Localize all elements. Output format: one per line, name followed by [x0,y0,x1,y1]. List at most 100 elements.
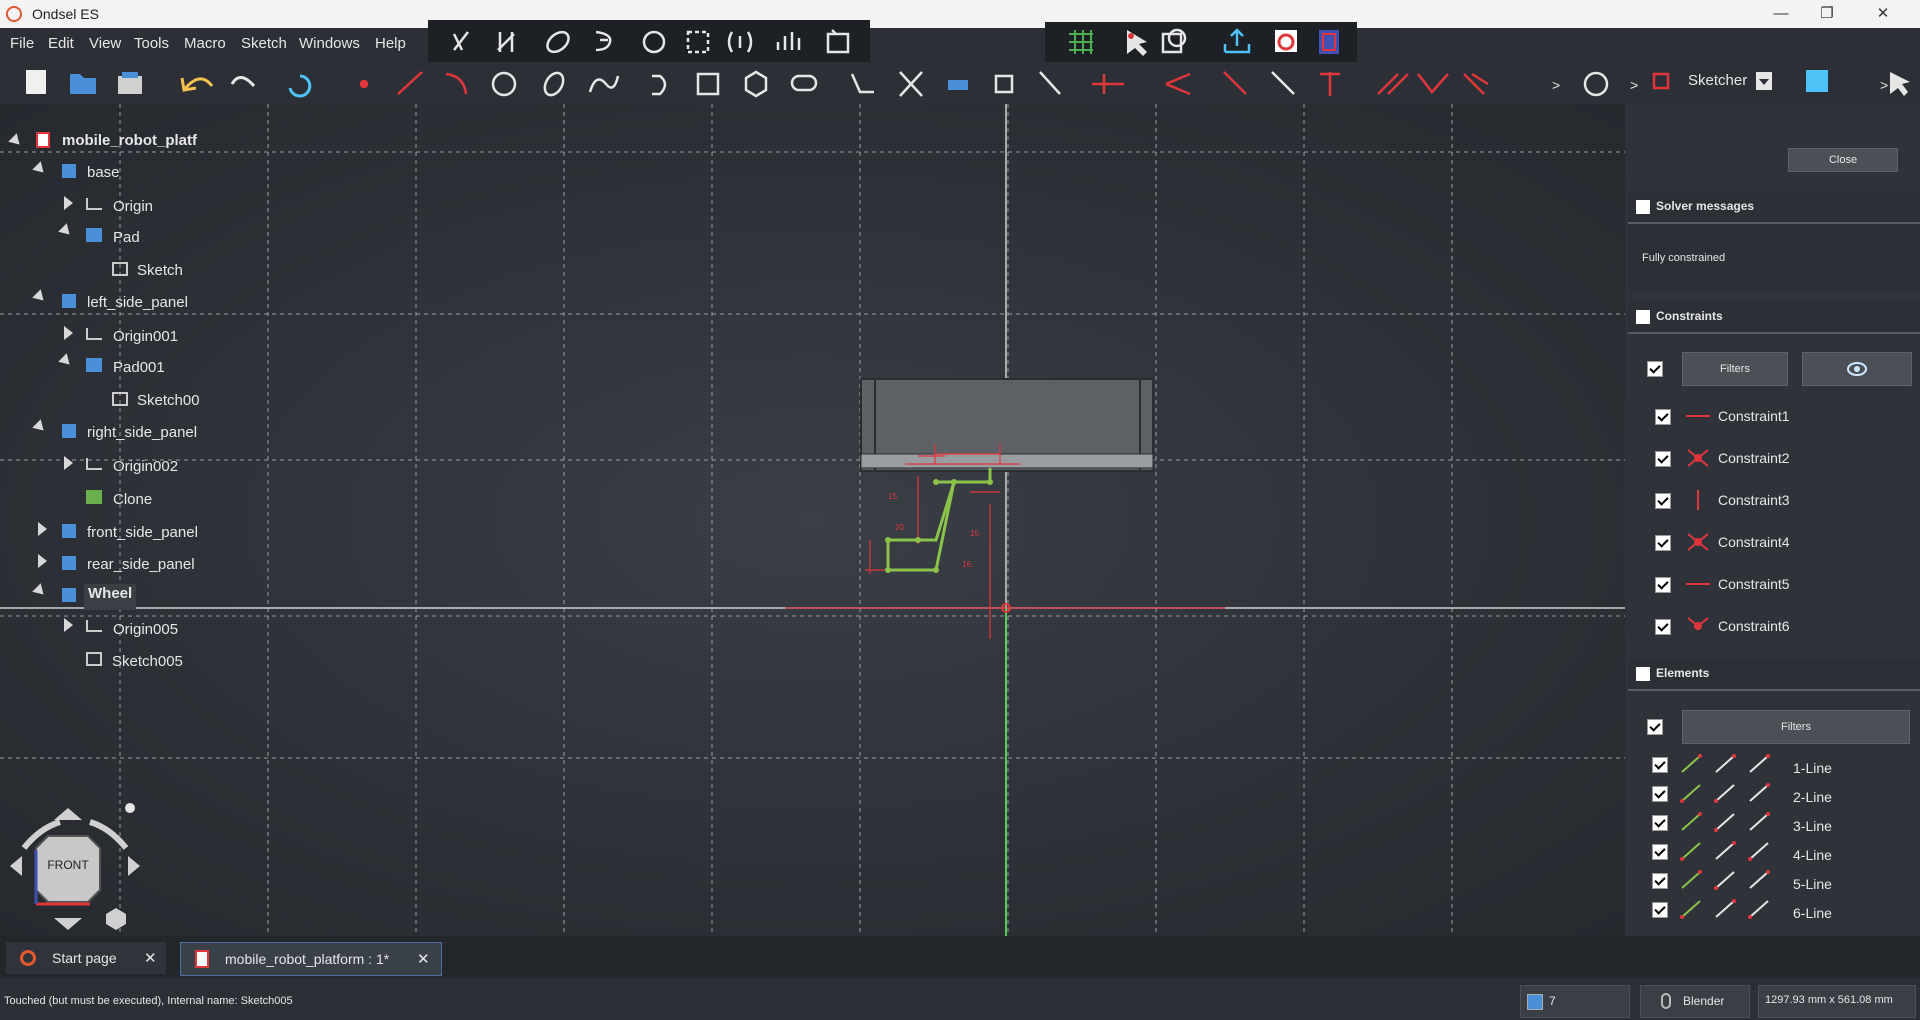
expand-arrow-icon[interactable] [38,522,47,536]
tab-close-icon[interactable]: ✕ [417,950,430,968]
tree-item-sketch[interactable]: Sketch [137,262,183,284]
svg-text:>: > [1880,77,1888,93]
solver-messages-header[interactable]: Solver messages [1628,192,1920,224]
menu-view[interactable]: View [89,35,121,52]
horizontal-constraint-icon [1686,415,1710,417]
constraint-item[interactable]: Constraint4 [1718,534,1790,550]
expand-arrow-icon[interactable] [38,554,47,568]
body-icon [62,524,76,538]
element-item[interactable]: 4-Line [1793,847,1832,863]
tree-item-sketch005[interactable]: Sketch005 [112,653,183,675]
workbench-dropdown-button[interactable] [1756,72,1772,90]
maximize-button[interactable]: ❐ [1804,2,1850,26]
tree-item-wheel[interactable]: Wheel [84,584,137,610]
element-checkbox[interactable] [1652,815,1668,831]
close-sketch-button[interactable]: Close [1788,148,1898,172]
constraint-item[interactable]: Constraint2 [1718,450,1790,466]
constraints-header[interactable]: Constraints [1628,302,1920,334]
3d-viewport[interactable]: 15 20 15 16. [0,104,1625,936]
constrain-equal-icon [1417,73,1449,94]
expand-arrow-icon[interactable] [64,456,73,470]
elements-select-all-checkbox[interactable] [1647,719,1663,735]
constraint-checkbox[interactable] [1655,535,1671,551]
dimension-label[interactable]: 16. [962,560,973,569]
dimension-label[interactable]: 20 [895,523,904,532]
tree-item-right-side-panel[interactable]: right_side_panel [87,424,197,446]
tree-item-origin005[interactable]: Origin005 [113,621,178,643]
constrain-select-icon [686,30,710,54]
minimize-button[interactable]: — [1758,2,1804,26]
tree-item-pad[interactable]: Pad [113,229,140,251]
constraint-checkbox[interactable] [1655,451,1671,467]
constrain-dimension-icon [776,32,801,50]
element-item[interactable]: 5-Line [1793,876,1832,892]
constrain-symmetric-icon [727,31,753,53]
tree-item-pad001[interactable]: Pad001 [113,359,165,381]
constraints-select-all-checkbox[interactable] [1647,361,1663,377]
start-page-icon [20,950,36,966]
constraints-visibility-button[interactable] [1802,352,1912,386]
navigation-cube[interactable]: FRONT [10,800,140,930]
pad-icon [86,228,102,242]
element-checkbox[interactable] [1652,873,1668,889]
tab-label: mobile_robot_platform : 1* [225,951,390,967]
expand-arrow-icon[interactable] [64,326,73,340]
element-checkbox[interactable] [1652,902,1668,918]
constraint-item[interactable]: Constraint5 [1718,576,1790,592]
element-item[interactable]: 6-Line [1793,905,1832,921]
tree-item-rear-side-panel[interactable]: rear_side_panel [87,556,195,578]
constraints-filters-button[interactable]: Filters [1682,352,1788,386]
tree-item-sketch00[interactable]: Sketch00 [137,392,200,414]
coincident-constraint-icon [1687,533,1709,551]
tree-root[interactable]: mobile_robot_platf [62,132,197,154]
counter-select[interactable]: 7 [1520,985,1630,1018]
menu-windows[interactable]: Windows [299,35,360,52]
element-item[interactable]: 2-Line [1793,789,1832,805]
close-window-button[interactable]: ✕ [1860,2,1906,26]
constraint-item[interactable]: Constraint3 [1718,492,1790,508]
elements-filters-button[interactable]: Filters [1682,710,1910,744]
expand-arrow-icon[interactable] [64,618,73,632]
app-logo-icon [6,6,22,22]
menu-help[interactable]: Help [375,35,406,52]
menu-sketch[interactable]: Sketch [241,35,287,52]
menu-edit[interactable]: Edit [48,35,74,52]
tree-item-origin[interactable]: Origin [113,198,153,220]
constraint-checkbox[interactable] [1655,619,1671,635]
tab-mobile-robot-platform[interactable]: mobile_robot_platform : 1* ✕ [180,942,442,976]
constraint-item[interactable]: Constraint1 [1718,408,1790,424]
section-title: Elements [1656,666,1710,680]
tree-item-origin002[interactable]: Origin002 [113,458,178,480]
menu-macro[interactable]: Macro [184,35,226,52]
external-geometry-icon [948,80,968,90]
dimension-label[interactable]: 15 [888,492,897,501]
tab-close-icon[interactable]: ✕ [144,949,157,967]
constraint-item[interactable]: Constraint6 [1718,618,1790,634]
dimension-label[interactable]: 15 [970,529,979,538]
element-item[interactable]: 1-Line [1793,760,1832,776]
tree-item-base[interactable]: base [87,164,120,186]
expand-arrow-icon[interactable] [64,196,73,210]
menu-tools[interactable]: Tools [134,35,169,52]
menu-file[interactable]: File [10,35,34,52]
element-checkbox[interactable] [1652,844,1668,860]
element-checkbox[interactable] [1652,757,1668,773]
tree-item-origin001[interactable]: Origin001 [113,328,178,350]
constraint-checkbox[interactable] [1655,409,1671,425]
tree-item-left-side-panel[interactable]: left_side_panel [87,294,188,316]
window-icon [1527,994,1543,1010]
element-checkbox[interactable] [1652,786,1668,802]
constrain-point-on-object-icon [1165,72,1191,96]
elements-header[interactable]: Elements [1628,659,1920,691]
sketch-canvas[interactable]: 15 20 15 16. [0,104,1625,936]
tree-item-clone[interactable]: Clone [113,491,152,513]
line-element-icons [1680,899,1769,919]
tree-item-front-side-panel[interactable]: front_side_panel [87,524,198,546]
constraint-checkbox[interactable] [1655,577,1671,593]
navigation-style-select[interactable]: Blender [1640,985,1750,1018]
tab-start-page[interactable]: Start page ✕ [6,942,166,974]
toggle-driving-icon [826,29,850,54]
constraint-checkbox[interactable] [1655,493,1671,509]
element-item[interactable]: 3-Line [1793,818,1832,834]
line-element-icons [1681,870,1770,890]
